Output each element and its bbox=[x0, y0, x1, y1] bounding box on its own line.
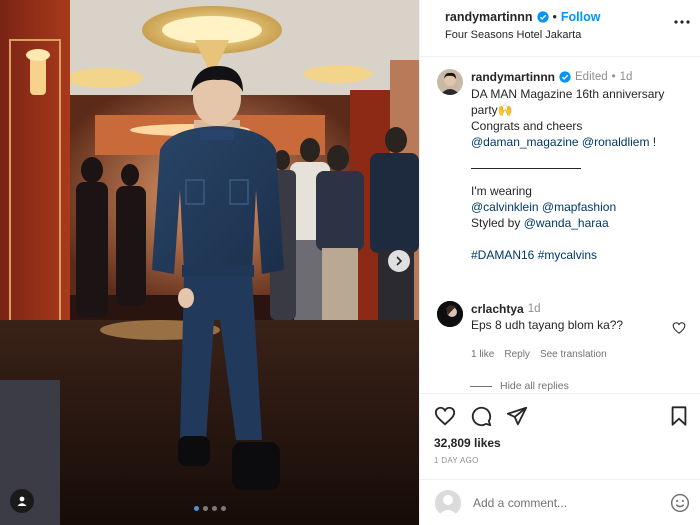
comment-like-heart-icon[interactable] bbox=[672, 321, 686, 335]
caption-age[interactable]: 1d bbox=[620, 69, 633, 85]
author-username[interactable]: randymartinnn bbox=[445, 10, 533, 24]
hashtag-link[interactable]: #mycalvins bbox=[538, 248, 597, 262]
comment-likes-count[interactable]: 1 like bbox=[471, 347, 494, 363]
mention-link[interactable]: @wanda_haraa bbox=[524, 216, 609, 230]
post-modal: randymartinnn • Follow Four Seasons Hote… bbox=[0, 0, 700, 525]
follow-button[interactable]: Follow bbox=[561, 10, 601, 24]
comment-item: crlachtya 1d Eps 8 udh tayang blom ka?? … bbox=[437, 301, 688, 363]
chevron-right-icon bbox=[396, 256, 403, 266]
bookmark-icon[interactable] bbox=[668, 405, 690, 427]
carousel-dot bbox=[220, 506, 226, 511]
emoji-icon[interactable] bbox=[670, 493, 690, 513]
post-location[interactable]: Four Seasons Hotel Jakarta bbox=[445, 29, 688, 41]
reply-button[interactable]: Reply bbox=[504, 347, 530, 363]
caption-username[interactable]: randymartinnn bbox=[471, 69, 555, 85]
post-caption: randymartinnn Edited • 1d DA MAN Magazin… bbox=[437, 69, 688, 263]
caption-divider bbox=[471, 168, 581, 169]
add-comment-input[interactable] bbox=[473, 495, 658, 510]
hashtag-link[interactable]: #DAMAN16 bbox=[471, 248, 534, 262]
caption-line: I'm wearing bbox=[471, 184, 532, 198]
commenter-avatar-image bbox=[437, 301, 463, 327]
more-options-button[interactable] bbox=[670, 14, 694, 30]
mention-link[interactable]: @mapfashion bbox=[542, 200, 616, 214]
heart-icon[interactable] bbox=[434, 405, 456, 427]
carousel-dot bbox=[193, 506, 199, 511]
edited-label: Edited bbox=[575, 71, 608, 83]
mention-link[interactable]: @calvinklein bbox=[471, 200, 539, 214]
default-avatar-icon bbox=[435, 489, 461, 516]
mention-link[interactable]: @ronaldliem bbox=[582, 135, 650, 149]
post-header: randymartinnn • Follow Four Seasons Hote… bbox=[420, 0, 700, 57]
header-separator: • bbox=[552, 10, 557, 24]
current-user-avatar bbox=[435, 489, 461, 516]
carousel-dot bbox=[211, 506, 217, 511]
commenter-username[interactable]: crlachtya bbox=[471, 301, 524, 317]
caption-dot: • bbox=[611, 71, 616, 83]
author-avatar[interactable] bbox=[437, 69, 463, 95]
commenter-avatar[interactable] bbox=[437, 301, 463, 327]
post-timestamp: 1 DAY AGO bbox=[434, 456, 479, 465]
photo-scene bbox=[0, 0, 419, 525]
hide-replies-button[interactable]: Hide all replies bbox=[470, 380, 688, 392]
mention-link[interactable]: @daman_magazine bbox=[471, 135, 579, 149]
author-avatar-image bbox=[437, 69, 463, 95]
caption-exclaim: ! bbox=[649, 135, 657, 149]
comment-text: Eps 8 udh tayang blom ka?? bbox=[471, 318, 624, 332]
more-options-icon bbox=[674, 20, 690, 24]
replies-line bbox=[470, 385, 492, 387]
carousel-next-button[interactable] bbox=[388, 250, 410, 272]
add-comment-bar bbox=[420, 479, 700, 525]
post-photo[interactable] bbox=[0, 0, 419, 525]
caption-line: Congrats and cheers bbox=[471, 119, 583, 133]
post-actions: 32,809 likes 1 DAY AGO bbox=[420, 393, 700, 479]
comment-icon[interactable] bbox=[470, 405, 492, 427]
comments-section[interactable]: randymartinnn Edited • 1d DA MAN Magazin… bbox=[420, 57, 700, 393]
caption-text: DA MAN Magazine 16th anniversary party🙌 … bbox=[471, 86, 688, 263]
comment-age[interactable]: 1d bbox=[528, 301, 541, 317]
likes-count[interactable]: 32,809 likes bbox=[434, 436, 690, 450]
verified-badge-icon bbox=[536, 11, 549, 23]
post-side-panel: randymartinnn • Follow Four Seasons Hote… bbox=[419, 0, 700, 525]
caption-styled-label: Styled by bbox=[471, 216, 524, 230]
see-translation-button[interactable]: See translation bbox=[540, 347, 607, 363]
caption-line: DA MAN Magazine 16th anniversary party🙌 bbox=[471, 87, 665, 117]
send-icon[interactable] bbox=[506, 405, 528, 427]
verified-badge-icon bbox=[559, 71, 571, 83]
hide-replies-label: Hide all replies bbox=[500, 380, 569, 392]
carousel-dot bbox=[202, 506, 208, 511]
carousel-indicator bbox=[0, 506, 419, 511]
